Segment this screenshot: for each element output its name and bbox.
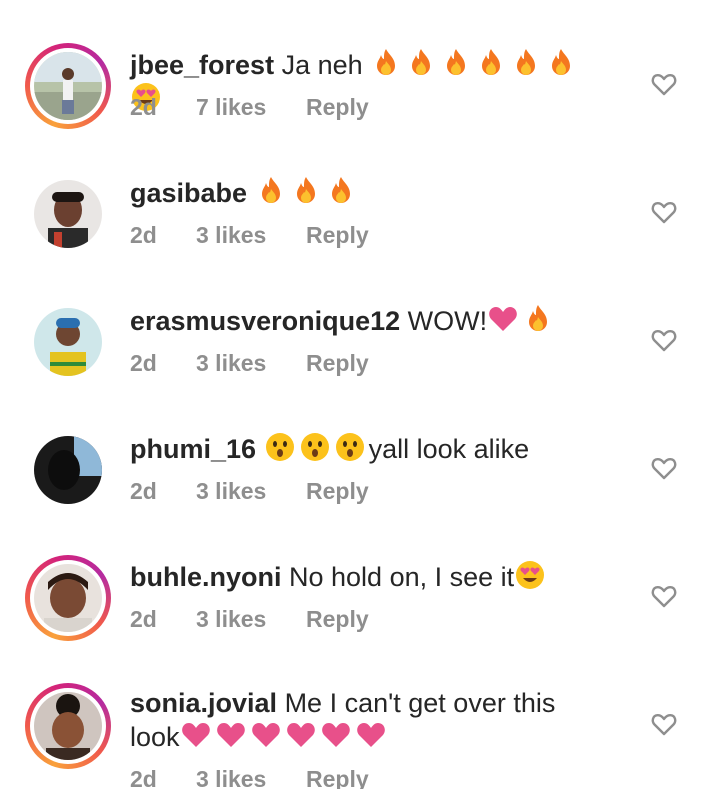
like-heart-icon[interactable] — [650, 326, 678, 354]
comment-likes[interactable]: 7 likes — [196, 94, 306, 121]
pink-heart-emoji-icon — [487, 303, 519, 335]
avatar — [34, 564, 102, 632]
fire-emoji-icon — [405, 47, 437, 79]
fire-emoji-icon — [290, 175, 322, 207]
reply-button[interactable]: Reply — [306, 350, 369, 377]
hushed-face-emoji-icon — [299, 431, 331, 463]
pink-heart-emoji-icon — [285, 719, 317, 751]
comment-text: phumi_16 yall look alike — [130, 431, 600, 465]
fire-emoji-icon — [370, 47, 402, 79]
pink-heart-emoji-icon — [320, 719, 352, 751]
comment-time: 2d — [130, 222, 157, 248]
heart-eyes-emoji-icon — [514, 559, 546, 591]
comment-username[interactable]: gasibabe — [130, 178, 247, 208]
comment-text: buhle.nyoni No hold on, I see it — [130, 559, 600, 593]
comment-time: 2d — [130, 606, 157, 632]
comment-username[interactable]: sonia.jovial — [130, 688, 277, 718]
comment-meta: 2d 3 likes Reply — [130, 766, 369, 789]
pink-heart-emoji-icon — [180, 719, 212, 751]
emoji-row — [255, 175, 360, 208]
comment-likes[interactable]: 3 likes — [196, 766, 306, 789]
comment-text: sonia.jovial Me I can't get over this lo… — [130, 688, 556, 752]
avatar-wrap[interactable] — [25, 299, 111, 385]
comment-time: 2d — [130, 478, 157, 504]
like-heart-icon[interactable] — [650, 70, 678, 98]
comment-likes[interactable]: 3 likes — [196, 606, 306, 633]
like-heart-icon[interactable] — [650, 582, 678, 610]
comment-likes[interactable]: 3 likes — [196, 222, 306, 249]
comment-username[interactable]: jbee_forest — [130, 50, 274, 80]
avatar — [34, 436, 102, 504]
reply-button[interactable]: Reply — [306, 478, 369, 505]
comment-likes[interactable]: 3 likes — [196, 350, 306, 377]
avatar — [34, 180, 102, 248]
fire-emoji-icon — [510, 47, 542, 79]
fire-emoji-icon — [522, 303, 554, 335]
avatar-story-ring[interactable] — [25, 43, 111, 129]
avatar — [34, 692, 102, 760]
comment-username[interactable]: erasmusveronique12 — [130, 306, 400, 336]
hushed-face-emoji-icon — [334, 431, 366, 463]
fire-emoji-icon — [325, 175, 357, 207]
like-heart-icon[interactable] — [650, 710, 678, 738]
comment-meta: 2d 7 likes Reply — [130, 94, 369, 121]
comment-meta: 2d 3 likes Reply — [130, 350, 369, 377]
like-heart-icon[interactable] — [650, 198, 678, 226]
comment-username[interactable]: phumi_16 — [130, 434, 256, 464]
reply-button[interactable]: Reply — [306, 222, 369, 249]
comment-time: 2d — [130, 350, 157, 376]
comment-likes[interactable]: 3 likes — [196, 478, 306, 505]
reply-button[interactable]: Reply — [306, 766, 369, 789]
emoji-row — [264, 431, 369, 464]
avatar — [34, 308, 102, 376]
pink-heart-emoji-icon — [215, 719, 247, 751]
reply-button[interactable]: Reply — [306, 94, 369, 121]
comment-text: erasmusveronique12 WOW! — [130, 303, 600, 337]
fire-emoji-icon — [440, 47, 472, 79]
fire-emoji-icon — [545, 47, 577, 79]
comment-text: gasibabe — [130, 175, 600, 209]
hushed-face-emoji-icon — [264, 431, 296, 463]
emoji-row — [514, 559, 549, 592]
pink-heart-emoji-icon — [250, 719, 282, 751]
comment-time: 2d — [130, 94, 157, 120]
reply-button[interactable]: Reply — [306, 606, 369, 633]
avatar-wrap[interactable] — [25, 171, 111, 257]
comment-meta: 2d 3 likes Reply — [130, 222, 369, 249]
emoji-row — [487, 303, 557, 336]
comment-username[interactable]: buhle.nyoni — [130, 562, 282, 592]
avatar-wrap[interactable] — [25, 427, 111, 513]
comment-meta: 2d 3 likes Reply — [130, 478, 369, 505]
avatar-story-ring[interactable] — [25, 683, 111, 769]
avatar — [34, 52, 102, 120]
emoji-row — [180, 722, 390, 752]
comment-meta: 2d 3 likes Reply — [130, 606, 369, 633]
avatar-story-ring[interactable] — [25, 555, 111, 641]
fire-emoji-icon — [475, 47, 507, 79]
like-heart-icon[interactable] — [650, 454, 678, 482]
pink-heart-emoji-icon — [355, 719, 387, 751]
comment-time: 2d — [130, 766, 157, 789]
fire-emoji-icon — [255, 175, 287, 207]
